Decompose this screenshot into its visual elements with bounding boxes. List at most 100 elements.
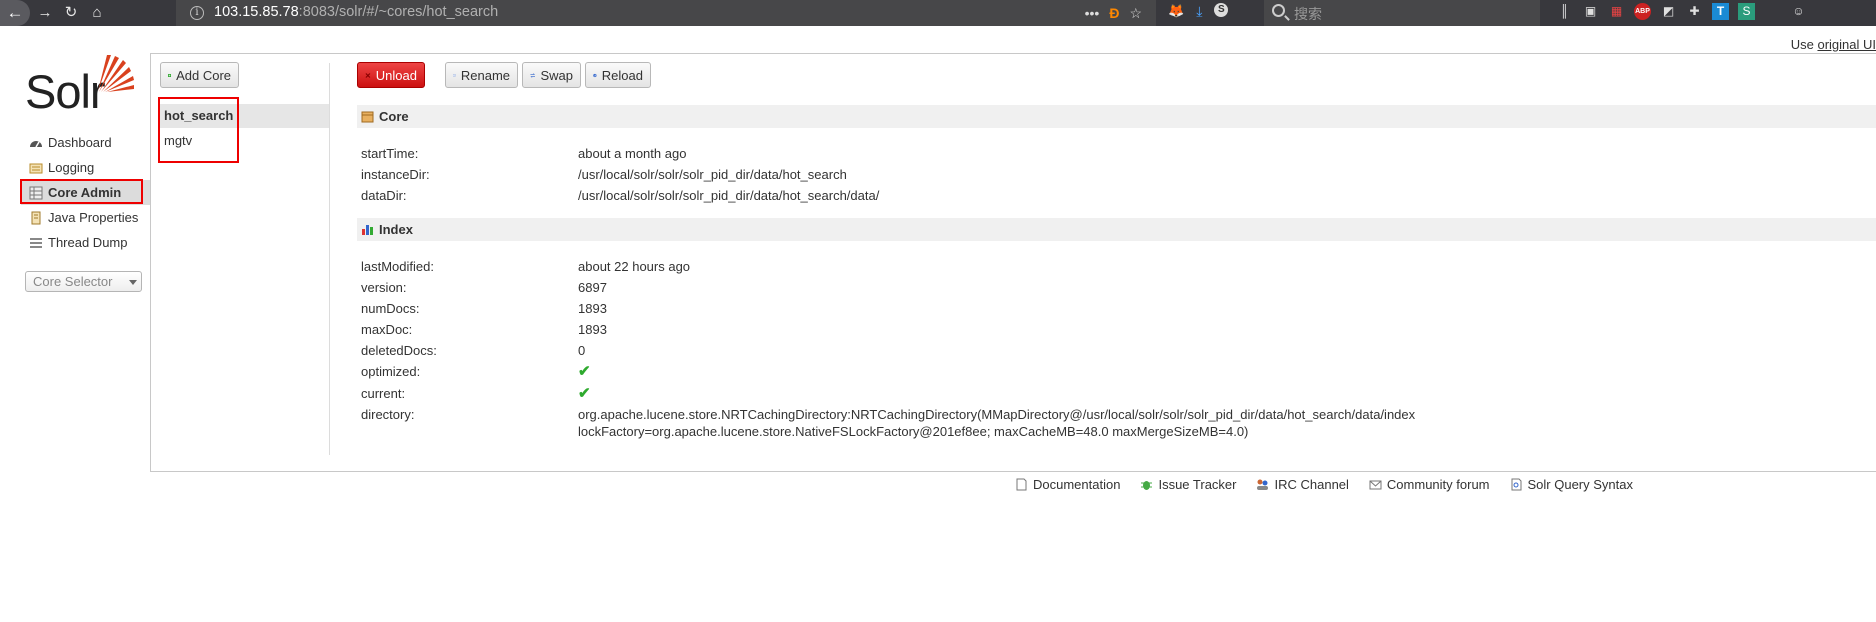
nav-label: Java Properties (48, 210, 139, 225)
swap-button[interactable]: Swap (522, 62, 581, 88)
directory-value: org.apache.lucene.store.NRTCachingDirect… (578, 407, 1416, 422)
t-extension-icon[interactable]: T (1712, 3, 1729, 20)
reload-button[interactable]: Reload (585, 62, 651, 88)
index-bar-chart-icon (362, 225, 373, 235)
nav-label: Dashboard (48, 135, 112, 150)
community-forum-link[interactable]: Community forum (1369, 477, 1490, 492)
query-icon (1511, 478, 1521, 491)
people-icon (1257, 479, 1269, 490)
extension-d3-icon[interactable]: Ɖ (1109, 5, 1119, 21)
nav-item-thread-dump[interactable]: Thread Dump (21, 230, 151, 255)
nav-item-dashboard[interactable]: Dashboard (21, 130, 151, 155)
search-placeholder: 搜索 (1294, 6, 1322, 22)
directory-label: directory: (361, 407, 415, 422)
irc-channel-label: IRC Channel (1274, 477, 1349, 492)
account-icon[interactable]: ☺ (1790, 3, 1807, 20)
site-info-icon[interactable]: i (190, 6, 204, 20)
url-path: :8083/solr/#/~cores/hot_search (298, 4, 499, 20)
lastmodified-label: lastModified: (361, 259, 434, 274)
sidebar-icon[interactable]: ▣ (1582, 3, 1599, 20)
java-properties-icon (31, 211, 41, 224)
starttime-label: startTime: (361, 146, 419, 161)
core-selector[interactable]: Core Selector (25, 271, 142, 292)
bug-icon (1141, 481, 1153, 490)
maxdoc-value: 1893 (578, 322, 607, 337)
add-core-button[interactable]: Add Core (160, 62, 239, 88)
core-section-header: Core (357, 105, 1876, 128)
add-core-label: Add Core (176, 67, 231, 83)
s-extension-icon[interactable]: S (1738, 3, 1755, 20)
bookmark-star-icon[interactable]: ☆ (1129, 5, 1142, 22)
deleteddocs-value: 0 (578, 343, 586, 358)
swap-icon (530, 72, 536, 78)
url-host: 103.15.85.78 (214, 4, 299, 20)
translate-icon[interactable]: ▦ (1608, 3, 1625, 20)
core-section-title: Core (379, 109, 409, 124)
core-list-divider (329, 63, 330, 455)
dashboard-icon (30, 140, 42, 147)
documentation-label: Documentation (1033, 477, 1121, 492)
page-actions-icon[interactable]: ••• (1085, 5, 1100, 21)
original-ui-link[interactable]: original UI (1817, 37, 1876, 52)
version-value: 6897 (578, 280, 607, 295)
solr-logo[interactable]: Solr (25, 54, 135, 118)
directory-value-line2: lockFactory=org.apache.lucene.store.Nati… (578, 424, 1249, 439)
reload-page-icon[interactable]: ↻ (60, 3, 82, 23)
document-icon (1016, 478, 1027, 491)
use-text: Use (1790, 37, 1818, 52)
optimized-check-icon: ✔ (578, 363, 591, 380)
reload-label: Reload (601, 67, 643, 83)
url-bar[interactable]: i 103.15.85.78:8083/solr/#/~cores/hot_se… (176, 0, 1156, 26)
starttime-value: about a month ago (578, 146, 687, 161)
solr-query-syntax-link[interactable]: Solr Query Syntax (1510, 477, 1634, 492)
core-box-icon (361, 111, 374, 123)
fox-extension-icon[interactable]: 🦊 (1168, 3, 1184, 20)
rename-icon (453, 74, 456, 76)
nav-item-java-properties[interactable]: Java Properties (21, 205, 151, 230)
numdocs-value: 1893 (578, 301, 607, 316)
url-text[interactable]: 103.15.85.78:8083/solr/#/~cores/hot_sear… (214, 4, 498, 20)
core-list-highlight (158, 97, 239, 163)
index-section-header: Index (357, 218, 1876, 241)
index-section-title: Index (379, 222, 413, 237)
nav-label: Thread Dump (48, 235, 128, 250)
download-icon[interactable]: ⤓ (1196, 3, 1202, 20)
documentation-link[interactable]: Documentation (1015, 477, 1120, 492)
search-icon (1272, 4, 1285, 17)
reload-icon (593, 73, 597, 77)
core-selector-label: Core Selector (33, 274, 113, 289)
sync-extension-icon[interactable]: S (1214, 3, 1229, 17)
screenshot-icon[interactable]: ◩ (1660, 3, 1677, 20)
lastmodified-value: about 22 hours ago (578, 259, 691, 274)
version-label: version: (361, 280, 407, 295)
logo-text: Solr (25, 65, 106, 118)
unload-label: Unload (375, 67, 417, 83)
unload-x-icon (365, 72, 371, 78)
extension-puzzle-icon[interactable]: ✚ (1686, 3, 1703, 20)
issue-tracker-link[interactable]: Issue Tracker (1140, 477, 1236, 492)
nav-label: Logging (48, 160, 95, 175)
numdocs-label: numDocs: (361, 301, 420, 316)
solr-query-syntax-label: Solr Query Syntax (1527, 477, 1634, 492)
deleteddocs-label: deletedDocs: (361, 343, 437, 358)
current-check-icon: ✔ (578, 385, 591, 402)
browser-search-bar[interactable]: 搜索 (1264, 0, 1540, 26)
back-arrow-icon[interactable]: ← (0, 0, 30, 26)
irc-channel-link[interactable]: IRC Channel (1256, 477, 1349, 492)
current-label: current: (361, 386, 406, 401)
use-original-ui: Use original UI (1791, 37, 1876, 52)
adblock-icon[interactable]: ABP (1634, 3, 1651, 20)
datadir-label: dataDir: (361, 188, 407, 203)
home-icon[interactable]: ⌂ (86, 3, 108, 23)
forward-arrow-icon[interactable]: → (34, 3, 56, 23)
nav-item-logging[interactable]: Logging (21, 155, 151, 180)
optimized-label: optimized: (361, 364, 421, 379)
maxdoc-label: maxDoc: (361, 322, 413, 337)
browser-toolbar: ← → ↻ ⌂ i 103.15.85.78:8083/solr/#/~core… (0, 0, 1876, 26)
core-admin-highlight (20, 179, 143, 204)
unload-button[interactable]: Unload (357, 62, 425, 88)
community-forum-label: Community forum (1386, 477, 1490, 492)
footer-links: Documentation Issue Tracker IRC Channel … (1015, 477, 1633, 492)
rename-button[interactable]: Rename (445, 62, 518, 88)
library-icon[interactable]: ║ (1556, 3, 1573, 20)
